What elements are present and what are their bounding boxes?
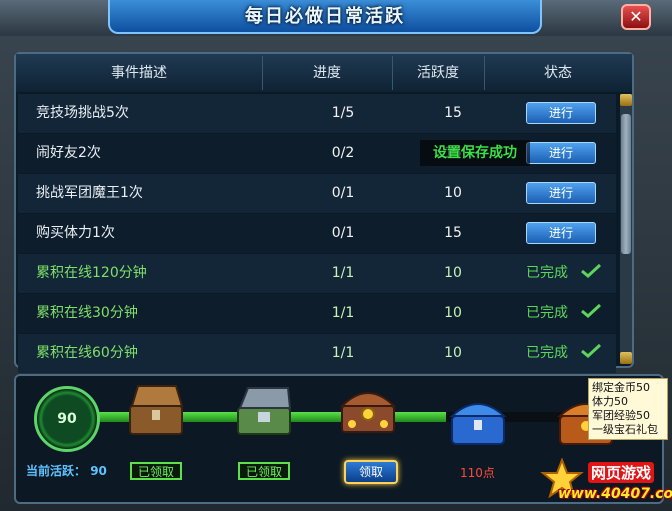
header-progress: 进度 (313, 65, 341, 81)
table-row: 累积在线30分钟 1/1 10 已完成 (18, 294, 616, 333)
go-button[interactable]: 进行 (526, 182, 596, 204)
reward-tooltip: 绑定金币50 体力50 军团经验50 一级宝石礼包 (588, 378, 668, 440)
scroll-down-arrow-icon[interactable] (620, 352, 632, 364)
close-button[interactable]: ✕ (621, 4, 651, 30)
tooltip-line: 绑定金币50 (592, 381, 650, 394)
green-chest-open-icon (237, 387, 292, 435)
claimed-badge: 已领取 (130, 462, 182, 480)
current-activity-label: 当前活跃： 90 (26, 462, 107, 479)
task-description: 累积在线120分钟 (36, 265, 147, 281)
points-requirement: 110点 (460, 466, 495, 480)
checkmark-icon (581, 264, 601, 278)
task-description: 累积在线60分钟 (36, 345, 138, 361)
watermark-title: 网页游戏 (588, 462, 655, 483)
tooltip-line: 军团经验50 (592, 409, 650, 422)
table-row: 累积在线60分钟 1/1 10 已完成 (18, 334, 616, 373)
scrollbar[interactable] (620, 94, 632, 364)
task-description: 竞技场挑战5次 (36, 105, 129, 121)
table-row: 竞技场挑战5次 1/5 15 进行 (18, 94, 616, 133)
table-row: 购买体力1次 0/1 15 进行 (18, 214, 616, 253)
task-description: 累积在线30分钟 (36, 305, 138, 321)
task-progress: 1/1 (331, 305, 355, 321)
save-success-toast: 设置保存成功 (420, 140, 530, 166)
watermark-url: www.40407.com (558, 486, 672, 502)
task-activity: 10 (444, 305, 462, 321)
claim-button[interactable]: 领取 (344, 460, 398, 484)
current-activity-value: 90 (90, 464, 107, 478)
task-progress: 0/2 (331, 145, 355, 161)
task-description: 挑战军团魔王1次 (36, 185, 143, 201)
claimed-badge: 已领取 (238, 462, 290, 480)
task-progress: 0/1 (331, 225, 355, 241)
header-description: 事件描述 (111, 65, 167, 81)
task-activity: 10 (444, 345, 462, 361)
window-title: 每日必做日常活跃 (245, 6, 405, 27)
checkmark-icon (581, 304, 601, 318)
wooden-chest-open-icon (129, 385, 184, 435)
checkmark-icon (581, 344, 601, 358)
task-description: 闹好友2次 (36, 145, 101, 161)
current-activity-text: 当前活跃： (26, 464, 87, 478)
gold-chest-icon (339, 392, 397, 433)
task-progress: 1/1 (331, 265, 355, 281)
header-status: 状态 (544, 65, 572, 81)
table-row: 累积在线120分钟 1/1 10 已完成 (18, 254, 616, 293)
task-activity: 10 (444, 185, 462, 201)
go-button[interactable]: 进行 (526, 142, 596, 164)
task-description: 购买体力1次 (36, 225, 115, 241)
header-activity: 活跃度 (417, 65, 459, 81)
task-activity: 15 (444, 225, 462, 241)
task-progress: 1/5 (331, 105, 355, 121)
go-button[interactable]: 进行 (526, 102, 596, 124)
tooltip-line: 体力50 (592, 395, 628, 408)
tooltip-line: 一级宝石礼包 (592, 423, 658, 436)
table-row: 挑战军团魔王1次 0/1 10 进行 (18, 174, 616, 213)
go-button[interactable]: 进行 (526, 222, 596, 244)
blue-chest-icon (449, 403, 507, 445)
activity-ring: 90 (34, 386, 100, 452)
task-progress: 1/1 (331, 345, 355, 361)
task-activity: 15 (444, 105, 462, 121)
scroll-thumb[interactable] (621, 114, 631, 254)
task-activity: 10 (444, 265, 462, 281)
scroll-up-arrow-icon[interactable] (620, 94, 632, 106)
task-progress: 0/1 (331, 185, 355, 201)
